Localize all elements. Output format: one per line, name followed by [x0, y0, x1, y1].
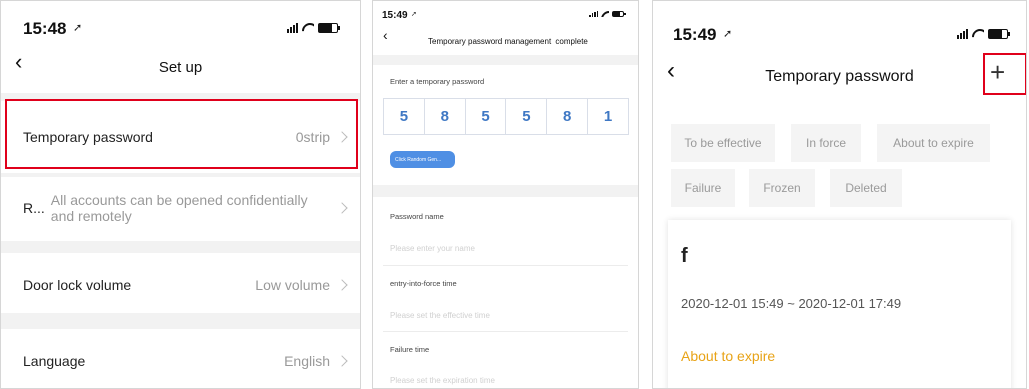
chevron-right-icon	[336, 202, 348, 214]
battery-icon	[988, 29, 1010, 39]
filter-tag[interactable]: Failure	[671, 169, 735, 207]
failure-time-input[interactable]: Please set the expiration time	[390, 376, 495, 385]
field-divider	[383, 265, 628, 266]
random-generate-button[interactable]: Click Random Gen...	[390, 151, 455, 168]
page-title: Set up	[158, 59, 203, 76]
status-time: 15:48	[23, 19, 67, 38]
status-time: 15:49	[673, 25, 717, 44]
status-icons	[589, 11, 626, 17]
card-name: f	[681, 245, 688, 267]
highlight-box	[983, 53, 1026, 95]
row-label: Door lock volume	[23, 277, 132, 293]
password-digit: 5	[506, 99, 548, 134]
entry-time-label: entry-into-force time	[390, 279, 457, 288]
filter-tag[interactable]: Deleted	[830, 169, 902, 207]
card-period: 2020-12-01 15:49 ~ 2020-12-01 17:49	[681, 296, 902, 311]
complete-button[interactable]: complete	[555, 37, 587, 46]
password-digit: 1	[603, 108, 613, 125]
page-title-text: Temporary password management	[428, 37, 552, 46]
row-door-lock-volume[interactable]: Door lock volume Low volume	[1, 251, 360, 319]
row-language[interactable]: Language English	[1, 327, 360, 388]
card-status: About to expire	[681, 348, 776, 364]
wifi-icon	[302, 23, 314, 33]
temporary-password-list-screen: 15:49 ➚ ‹ Temporary password + To be eff…	[652, 0, 1027, 389]
page-title: Temporary password management complete	[428, 37, 588, 46]
row-label: Language	[23, 353, 86, 369]
wifi-icon	[972, 29, 984, 39]
location-arrow-icon: ➚	[411, 11, 417, 18]
filter-tag[interactable]: Frozen	[749, 169, 815, 207]
row-label: R...	[23, 200, 45, 216]
row-value: Low volume	[255, 277, 330, 293]
filter-tag[interactable]: To be effective	[671, 124, 775, 162]
entry-time-input[interactable]: Please set the effective time	[390, 311, 490, 320]
battery-icon	[612, 11, 626, 17]
section-divider	[373, 55, 638, 65]
row-value: All accounts can be opened confidentiall…	[50, 192, 308, 224]
status-icons	[287, 23, 340, 33]
signal-icon	[957, 29, 968, 39]
password-digit: 8	[547, 99, 589, 134]
signal-icon	[589, 11, 598, 17]
wifi-icon	[601, 11, 609, 17]
password-digit: 5	[384, 99, 425, 134]
chevron-right-icon	[336, 279, 348, 291]
password-card[interactable]: f 2020-12-01 15:49 ~ 2020-12-01 17:49 Ab…	[668, 220, 1011, 388]
row-remote-open[interactable]: R... All accounts can be opened confiden…	[1, 176, 360, 240]
chevron-right-icon	[336, 355, 348, 367]
highlight-box	[5, 99, 358, 169]
status-time: 15:49	[382, 10, 408, 21]
page-title: Temporary password	[765, 68, 914, 85]
location-arrow-icon: ➚	[73, 22, 83, 34]
password-digit: 5	[466, 99, 507, 134]
field-divider	[383, 331, 628, 332]
password-digits[interactable]: 5 8 5 5 8 1	[383, 98, 629, 135]
failure-time-label: Failure time	[390, 345, 430, 354]
section-divider	[373, 185, 638, 197]
filter-tag[interactable]: In force	[791, 124, 861, 162]
temporary-password-edit-screen: 15:49 ➚ ‹ Temporary password management …	[372, 0, 639, 389]
status-icons	[957, 29, 1010, 39]
filter-tag[interactable]: About to expire	[877, 124, 990, 162]
battery-icon	[318, 23, 340, 33]
signal-icon	[287, 23, 298, 33]
password-name-input[interactable]: Please enter your name	[390, 244, 475, 253]
location-arrow-icon: ➚	[723, 28, 733, 40]
password-name-label: Password name	[390, 212, 444, 221]
settings-screen: 15:48 ➚ ‹ Set up Temporary password 0str…	[0, 0, 361, 389]
enter-password-label: Enter a temporary password	[390, 77, 485, 86]
back-chevron-icon[interactable]: ‹	[383, 27, 388, 43]
row-value: English	[284, 353, 330, 369]
password-digit: 8	[425, 99, 466, 134]
